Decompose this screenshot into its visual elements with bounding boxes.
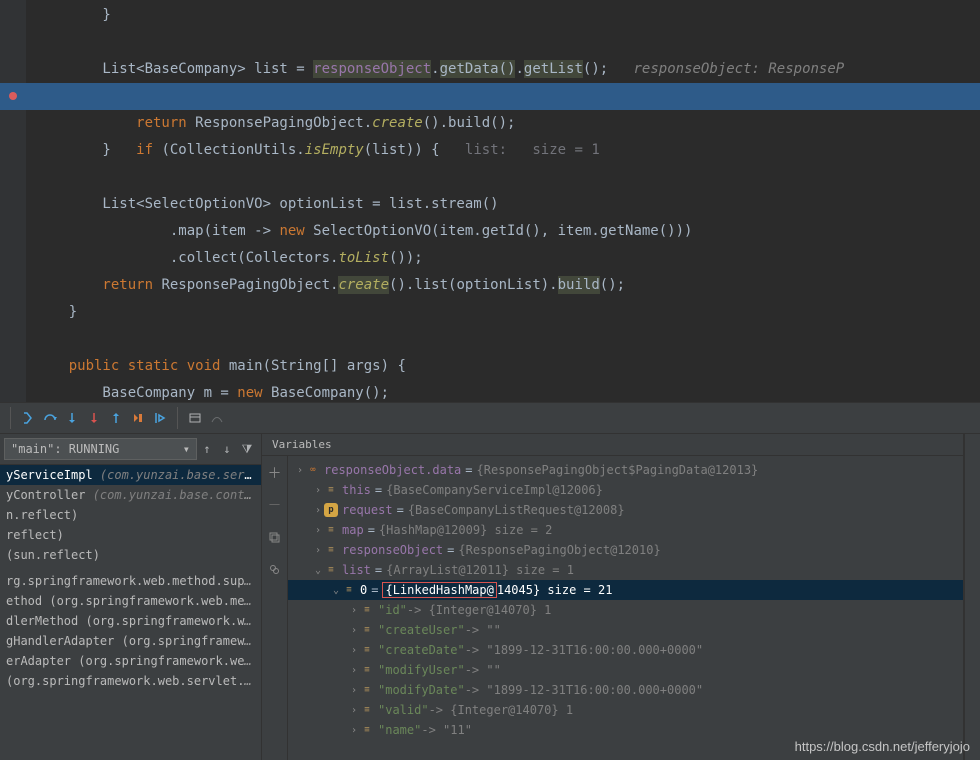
remove-watch-icon[interactable]: － [264,494,286,516]
next-frame-icon[interactable]: ↓ [217,442,237,456]
field-icon: ≡ [360,683,374,697]
field-icon: ≡ [342,583,356,597]
variable-row[interactable]: ⌄≡0 = {LinkedHashMap@14045} size = 21 [288,580,963,600]
field-icon: ≡ [360,703,374,717]
field-icon: ≡ [324,563,338,577]
copy-icon[interactable] [264,526,286,548]
variable-row[interactable]: ›≡"id" -> {Integer@14070} 1 [288,600,963,620]
field-icon: ≡ [324,523,338,537]
frame-row[interactable]: rg.springframework.web.method.support) [0,571,261,591]
chevron-right-icon[interactable]: › [312,485,324,496]
code-line: } [0,2,980,29]
code-line: List<SelectOptionVO> optionList = list.s… [0,191,980,218]
chevron-right-icon[interactable]: › [312,525,324,536]
chevron-right-icon[interactable]: › [348,685,360,696]
field-icon: ≡ [360,723,374,737]
watermark: https://blog.csdn.net/jefferyjojo [795,739,970,754]
chevron-right-icon[interactable]: › [348,725,360,736]
variable-row[interactable]: ›≡this = {BaseCompanyServiceImpl@12006} [288,480,963,500]
chevron-right-icon[interactable]: › [348,705,360,716]
prev-frame-icon[interactable]: ↑ [197,442,217,456]
variable-row[interactable]: ›≡"name" -> "11" [288,720,963,740]
variable-row[interactable]: ›≡map = {HashMap@12009} size = 2 [288,520,963,540]
variable-row[interactable]: ›≡"modifyUser" -> "" [288,660,963,680]
right-strip [964,434,980,760]
code-line: } [0,137,980,164]
code-line: public static void main(String[] args) { [0,353,980,380]
variable-row[interactable]: ›≡"createUser" -> "" [288,620,963,640]
chevron-down-icon[interactable]: ⌄ [312,565,324,576]
thread-selector[interactable]: "main": RUNNING ▾ [4,438,197,460]
frame-row[interactable]: reflect) [0,525,261,545]
variable-row[interactable]: ›≡"valid" -> {Integer@14070} 1 [288,700,963,720]
field-icon: ≡ [360,623,374,637]
variable-row[interactable]: ›≡"createDate" -> "1899-12-31T16:00:00.0… [288,640,963,660]
code-line: .collect(Collectors.toList()); [0,245,980,272]
frame-row[interactable]: yController (com.yunzai.base.controller) [0,485,261,505]
variables-tree[interactable]: ›∞responseObject.data = {ResponsePagingO… [288,456,963,760]
frame-row[interactable]: gHandlerAdapter (org.springframework.we [0,631,261,651]
thread-label: "main": RUNNING [11,442,119,456]
variable-row[interactable]: ›≡responseObject = {ResponsePagingObject… [288,540,963,560]
watches-icon[interactable] [264,558,286,580]
code-line [0,29,980,56]
step-into-icon[interactable] [61,407,83,429]
add-watch-icon[interactable]: ＋ [264,462,286,484]
step-over-icon[interactable] [39,407,61,429]
field-icon: ≡ [360,663,374,677]
code-line [0,326,980,353]
frames-pane: "main": RUNNING ▾ ↑ ↓ ⧩ yServiceImpl (co… [0,434,262,760]
code-line [0,164,980,191]
trace-icon[interactable] [206,407,228,429]
chevron-right-icon[interactable]: › [348,625,360,636]
chevron-down-icon[interactable]: ⌄ [330,585,342,596]
variable-row[interactable]: ›prequest = {BaseCompanyListRequest@1200… [288,500,963,520]
field-icon: ≡ [360,643,374,657]
code-line: } [0,299,980,326]
frame-row[interactable]: (sun.reflect) [0,545,261,565]
chevron-right-icon[interactable]: › [312,545,324,556]
frames-list[interactable]: yServiceImpl (com.yunzai.base.service.im… [0,465,261,691]
variables-pane: Variables ＋ － ›∞responseObject.data = {R… [262,434,964,760]
breakpoint-icon[interactable] [8,91,18,101]
chevron-down-icon: ▾ [183,442,190,456]
code-line: return ResponsePagingObject.create().bui… [0,110,980,137]
variable-row[interactable]: ›≡"modifyDate" -> "1899-12-31T16:00:00.0… [288,680,963,700]
show-exec-point-icon[interactable] [17,407,39,429]
param-icon: p [324,503,338,517]
filter-icon[interactable]: ⧩ [237,442,257,457]
evaluate-icon[interactable] [184,407,206,429]
code-line: BaseCompany m = new BaseCompany(); [0,380,980,407]
field-icon: ≡ [360,603,374,617]
frame-row[interactable]: ethod (org.springframework.web.method.su [0,591,261,611]
variables-sidebar: ＋ － [262,456,288,760]
chevron-right-icon[interactable]: › [348,605,360,616]
field-icon: ≡ [324,483,338,497]
code-line: return ResponsePagingObject.create().lis… [0,272,980,299]
step-out-icon[interactable] [105,407,127,429]
frame-row[interactable]: dlerMethod (org.springframework.web.serv [0,611,261,631]
drop-frame-icon[interactable] [127,407,149,429]
force-step-into-icon[interactable] [83,407,105,429]
frame-row[interactable]: erAdapter (org.springframework.web.servl… [0,651,261,671]
variables-title: Variables [262,434,963,456]
run-to-cursor-icon[interactable] [149,407,171,429]
frame-row[interactable]: n.reflect) [0,505,261,525]
variable-row[interactable]: ⌄≡list = {ArrayList@12011} size = 1 [288,560,963,580]
chevron-right-icon[interactable]: › [312,505,324,516]
variable-row[interactable]: ›∞responseObject.data = {ResponsePagingO… [288,460,963,480]
frame-row[interactable]: yServiceImpl (com.yunzai.base.service.im… [0,465,261,485]
chevron-right-icon[interactable]: › [294,465,306,476]
code-line: .map(item -> new SelectOptionVO(item.get… [0,218,980,245]
chevron-right-icon[interactable]: › [348,645,360,656]
frame-row[interactable]: (org.springframework.web.servlet.mvc.met… [0,671,261,691]
current-exec-line: if (CollectionUtils.isEmpty(list)) { lis… [0,83,980,110]
field-icon: ≡ [324,543,338,557]
glasses-icon: ∞ [306,463,320,477]
code-line: List<BaseCompany> list = responseObject.… [0,56,980,83]
debug-panel: "main": RUNNING ▾ ↑ ↓ ⧩ yServiceImpl (co… [0,434,980,760]
chevron-right-icon[interactable]: › [348,665,360,676]
code-editor[interactable]: } List<BaseCompany> list = responseObjec… [0,0,980,402]
